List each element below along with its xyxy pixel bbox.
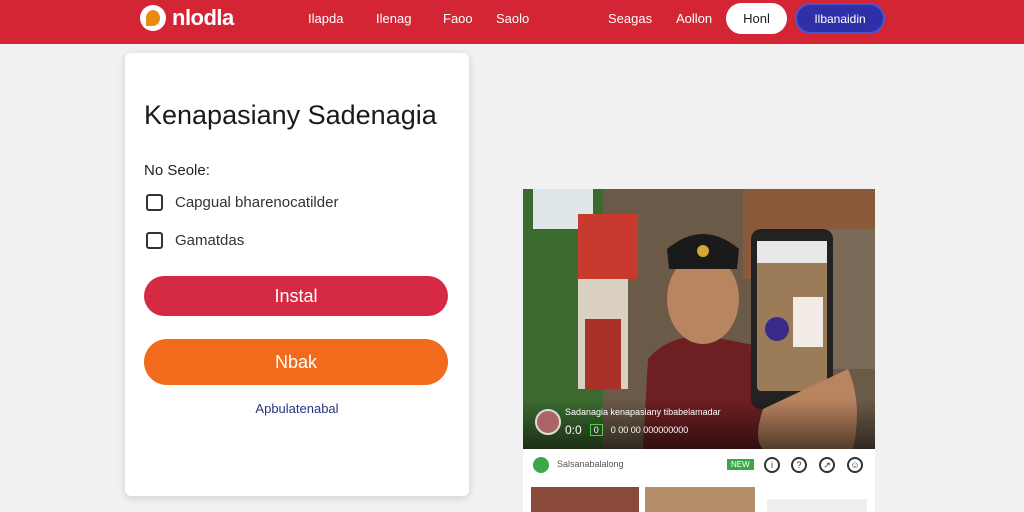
nav-link-6[interactable]: Aollon: [676, 11, 712, 26]
nav-link-1[interactable]: Ilapda: [308, 11, 343, 26]
brand-name: nlodla: [172, 5, 234, 30]
option-checkbox-1[interactable]: [146, 194, 163, 211]
caption-meta-2: 0: [589, 424, 603, 436]
nav-link-5[interactable]: Seagas: [608, 11, 652, 26]
brand-logo-icon: [140, 5, 166, 31]
option-row-1[interactable]: Capgual bharenocatilder: [146, 194, 338, 211]
option-label-1: Capgual bharenocatilder: [175, 194, 339, 211]
section-label: No Seole:: [144, 162, 210, 179]
card-title: Kenapasiany Sadenagia: [144, 100, 437, 130]
promo-photo: Sadanagia kenapasiany tibabelamadar 0:0 …: [523, 189, 875, 449]
primary-cta-button[interactable]: Ilbanaidin: [795, 3, 885, 34]
option-label-2: Gamatdas: [175, 232, 245, 249]
caption-meta: 0:0 0 0 00 00 000000000: [565, 423, 688, 437]
nav-link-3[interactable]: Faoo: [443, 11, 473, 26]
help-icon[interactable]: ?: [791, 457, 807, 473]
strip-label: Salsanabalalong: [557, 459, 624, 469]
option-row-2[interactable]: Gamatdas: [146, 232, 244, 249]
author-avatar: [535, 409, 561, 435]
media-toolbar: Salsanabalalong NEW i ? ↗ ☺: [523, 449, 875, 512]
emoji-icon[interactable]: ☺: [847, 457, 863, 473]
thumbnail-1[interactable]: [531, 487, 639, 512]
new-badge: NEW: [727, 459, 754, 470]
caption-meta-1: 0:0: [565, 423, 582, 437]
share-icon[interactable]: ↗: [819, 457, 835, 473]
caption-meta-3: 0 00 00 000000000: [610, 425, 689, 435]
thumbnail-3[interactable]: [767, 499, 867, 512]
verified-icon: [533, 457, 549, 473]
info-icon[interactable]: i: [764, 457, 780, 473]
brand-logo[interactable]: nlodla: [140, 5, 234, 31]
home-button[interactable]: Honl: [726, 3, 787, 34]
nav-link-4[interactable]: Saolo: [496, 11, 529, 26]
nav-link-2[interactable]: Ilenag: [376, 11, 411, 26]
option-checkbox-2[interactable]: [146, 232, 163, 249]
top-navbar: nlodla Ilapda Ilenag Faoo Saolo Seagas A…: [0, 0, 1024, 44]
caption-title: Sadanagia kenapasiany tibabelamadar: [565, 407, 721, 417]
card-link[interactable]: Apbulatenabal: [125, 401, 469, 416]
secondary-button[interactable]: Nbak: [144, 339, 448, 385]
thumbnail-2[interactable]: [645, 487, 755, 512]
install-button[interactable]: Instal: [144, 276, 448, 316]
install-card: Kenapasiany Sadenagia No Seole: Capgual …: [125, 53, 469, 496]
